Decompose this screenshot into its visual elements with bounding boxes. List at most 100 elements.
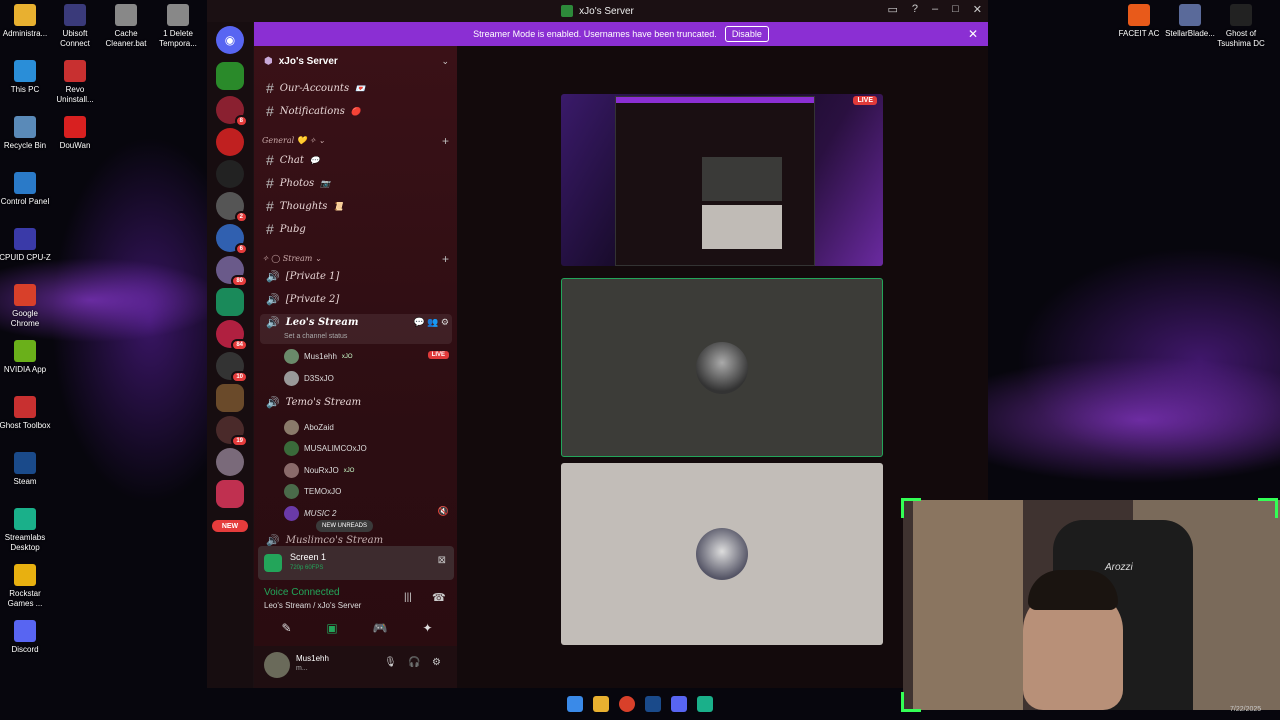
channel-notifications[interactable]: # Notifications 🔴 (266, 103, 361, 119)
desktop-icon[interactable]: Ghost of Tsushima DC (1213, 4, 1269, 49)
server-icon[interactable]: 10 (216, 352, 248, 383)
help-icon[interactable]: ? (912, 3, 918, 16)
voice-user[interactable]: AboZaid (284, 420, 334, 435)
start-icon[interactable] (567, 696, 583, 712)
server-icon-xjo[interactable] (216, 62, 244, 90)
file-explorer-icon[interactable] (593, 696, 609, 712)
screen-share-icon (264, 554, 282, 572)
headphones-icon[interactable]: 🎧 (408, 657, 420, 668)
streamlabs-icon[interactable] (697, 696, 713, 712)
voice-connected-status[interactable]: Voice Connected (264, 587, 340, 598)
discord-icon[interactable] (671, 696, 687, 712)
desktop-icon[interactable]: FACEIT AC (1111, 4, 1167, 39)
voice-user[interactable]: NouRxJO xJO (284, 463, 354, 478)
channel-chat[interactable]: # Chat 💬 (266, 152, 320, 168)
desktop-icon[interactable]: Ghost Toolbox (0, 396, 53, 431)
inbox-icon[interactable]: ▭ (887, 3, 897, 16)
channel-actions-icon[interactable]: 💬 👥 ⚙ (414, 317, 449, 328)
frame-corner (901, 498, 921, 518)
chrome-icon[interactable] (619, 696, 635, 712)
app-icon (14, 452, 36, 474)
voice-user[interactable]: D3SxJO (284, 371, 334, 386)
stop-stream-icon[interactable]: ⊠ (438, 555, 446, 566)
screen-share-panel[interactable]: Screen 1 720p 60FPS ⊠ (258, 546, 454, 580)
add-channel-icon[interactable]: + (442, 134, 449, 148)
server-icon[interactable] (216, 480, 244, 508)
desktop-icon[interactable]: Control Panel (0, 172, 53, 207)
desktop-icon[interactable]: StellarBlade... (1162, 4, 1218, 39)
desktop-icon[interactable]: NVIDIA App (0, 340, 53, 375)
voice-channel-private-1[interactable]: 🔊 [Private 1] (266, 270, 339, 283)
desktop-icon[interactable]: CPUID CPU-Z (0, 228, 53, 263)
desktop-icon[interactable]: This PC (0, 60, 53, 95)
new-badge[interactable]: NEW (212, 520, 248, 532)
soundboard-icon[interactable]: ✦ (422, 621, 432, 635)
desktop-icon[interactable]: Google Chrome (0, 284, 53, 329)
voice-channel-private-2[interactable]: 🔊 [Private 2] (266, 293, 339, 306)
close-button[interactable]: ✕ (973, 3, 982, 16)
voice-user[interactable]: MUSIC 2 (284, 506, 336, 521)
channel-thoughts[interactable]: # Thoughts 📜 (266, 198, 343, 214)
participant-tile[interactable] (561, 463, 883, 645)
voice-user[interactable]: TEMOxJO (284, 484, 341, 499)
voice-user[interactable]: Mus1ehh xJO (284, 349, 353, 364)
steam-icon[interactable] (645, 696, 661, 712)
close-banner-icon[interactable]: ✕ (968, 27, 978, 41)
hash-icon: # (266, 152, 274, 168)
desktop-icon-label: FACEIT AC (1118, 29, 1160, 38)
discord-home-icon[interactable]: ◉ (216, 26, 244, 54)
desktop-icon[interactable]: DouWan (47, 116, 103, 151)
channel-photos[interactable]: # Photos 📷 (266, 175, 330, 191)
channel-pubg[interactable]: # Pubg (266, 221, 306, 237)
avatar[interactable] (264, 652, 290, 678)
desktop-icon[interactable]: Administra... (0, 4, 53, 39)
server-icon[interactable]: 2 (216, 192, 248, 223)
desktop-icon[interactable]: Recycle Bin (0, 116, 53, 151)
settings-icon[interactable]: ⚙ (432, 657, 441, 668)
camera-off-icon[interactable]: ✎ (281, 621, 291, 635)
voice-channel-temos-stream[interactable]: 🔊 Temo's Stream (266, 396, 361, 409)
server-icon[interactable] (216, 160, 244, 188)
desktop-icon[interactable]: Cache Cleaner.bat (98, 4, 154, 49)
discord-window[interactable]: xJo's Server ▭ ? – □ ✕ ◉ 8 2 6 80 84 10 … (207, 0, 988, 688)
screen-share-tile[interactable]: LIVE (561, 94, 883, 266)
disable-streamer-mode-button[interactable]: Disable (724, 26, 769, 42)
desktop-icon[interactable]: Streamlabs Desktop (0, 508, 53, 553)
server-icon-x[interactable] (216, 288, 244, 316)
desktop-icon[interactable]: Revo Uninstall... (47, 60, 103, 105)
server-icon[interactable]: 8 (216, 96, 248, 127)
server-settings-icon: ⬢ (264, 56, 273, 67)
category-general[interactable]: General 💛 ✧ ⌄ (262, 136, 325, 145)
category-stream[interactable]: ✧ ◯ Stream ⌄ (262, 254, 322, 263)
voice-location[interactable]: Leo's Stream / xJo's Server (264, 601, 361, 610)
activity-icon[interactable]: 🎮 (373, 621, 388, 635)
server-icon[interactable] (216, 128, 244, 156)
participant-tile[interactable] (561, 278, 883, 457)
voice-channel-leos-stream[interactable]: 🔊 Leo's Stream (266, 316, 358, 329)
disconnect-icon[interactable]: ☎ (432, 591, 446, 604)
desktop-icon-label: Control Panel (0, 197, 50, 206)
mic-icon[interactable]: 🎙 (384, 657, 397, 668)
desktop-icon[interactable]: Rockstar Games ... (0, 564, 53, 609)
minimize-button[interactable]: – (932, 3, 938, 16)
server-icon[interactable] (216, 384, 244, 412)
server-icon[interactable]: 6 (216, 224, 248, 255)
server-header[interactable]: ⬢ xJo's Server (264, 56, 338, 67)
chevron-down-icon[interactable]: ⌄ (441, 56, 449, 67)
noise-suppression-icon[interactable]: ||| (404, 592, 412, 603)
channel-our-accounts[interactable]: # Our-Accounts 💌 (266, 80, 365, 96)
add-channel-icon[interactable]: + (442, 252, 449, 266)
maximize-button[interactable]: □ (952, 3, 959, 16)
new-unreads-pill[interactable]: NEW UNREADS (316, 520, 374, 532)
channel-status[interactable]: Set a channel status (284, 333, 347, 340)
server-icon[interactable]: 84 (216, 320, 248, 351)
share-screen-icon[interactable]: ▣ (326, 621, 337, 635)
server-icon[interactable]: 19 (216, 416, 248, 447)
desktop-icon[interactable]: Ubisoft Connect (47, 4, 103, 49)
desktop-icon[interactable]: Discord (0, 620, 53, 655)
voice-user[interactable]: MUSALIMCOxJO (284, 441, 367, 456)
server-icon[interactable] (216, 448, 244, 476)
server-icon[interactable]: 80 (216, 256, 248, 287)
desktop-icon[interactable]: Steam (0, 452, 53, 487)
desktop-icon[interactable]: 1 Delete Tempora... (150, 4, 206, 49)
